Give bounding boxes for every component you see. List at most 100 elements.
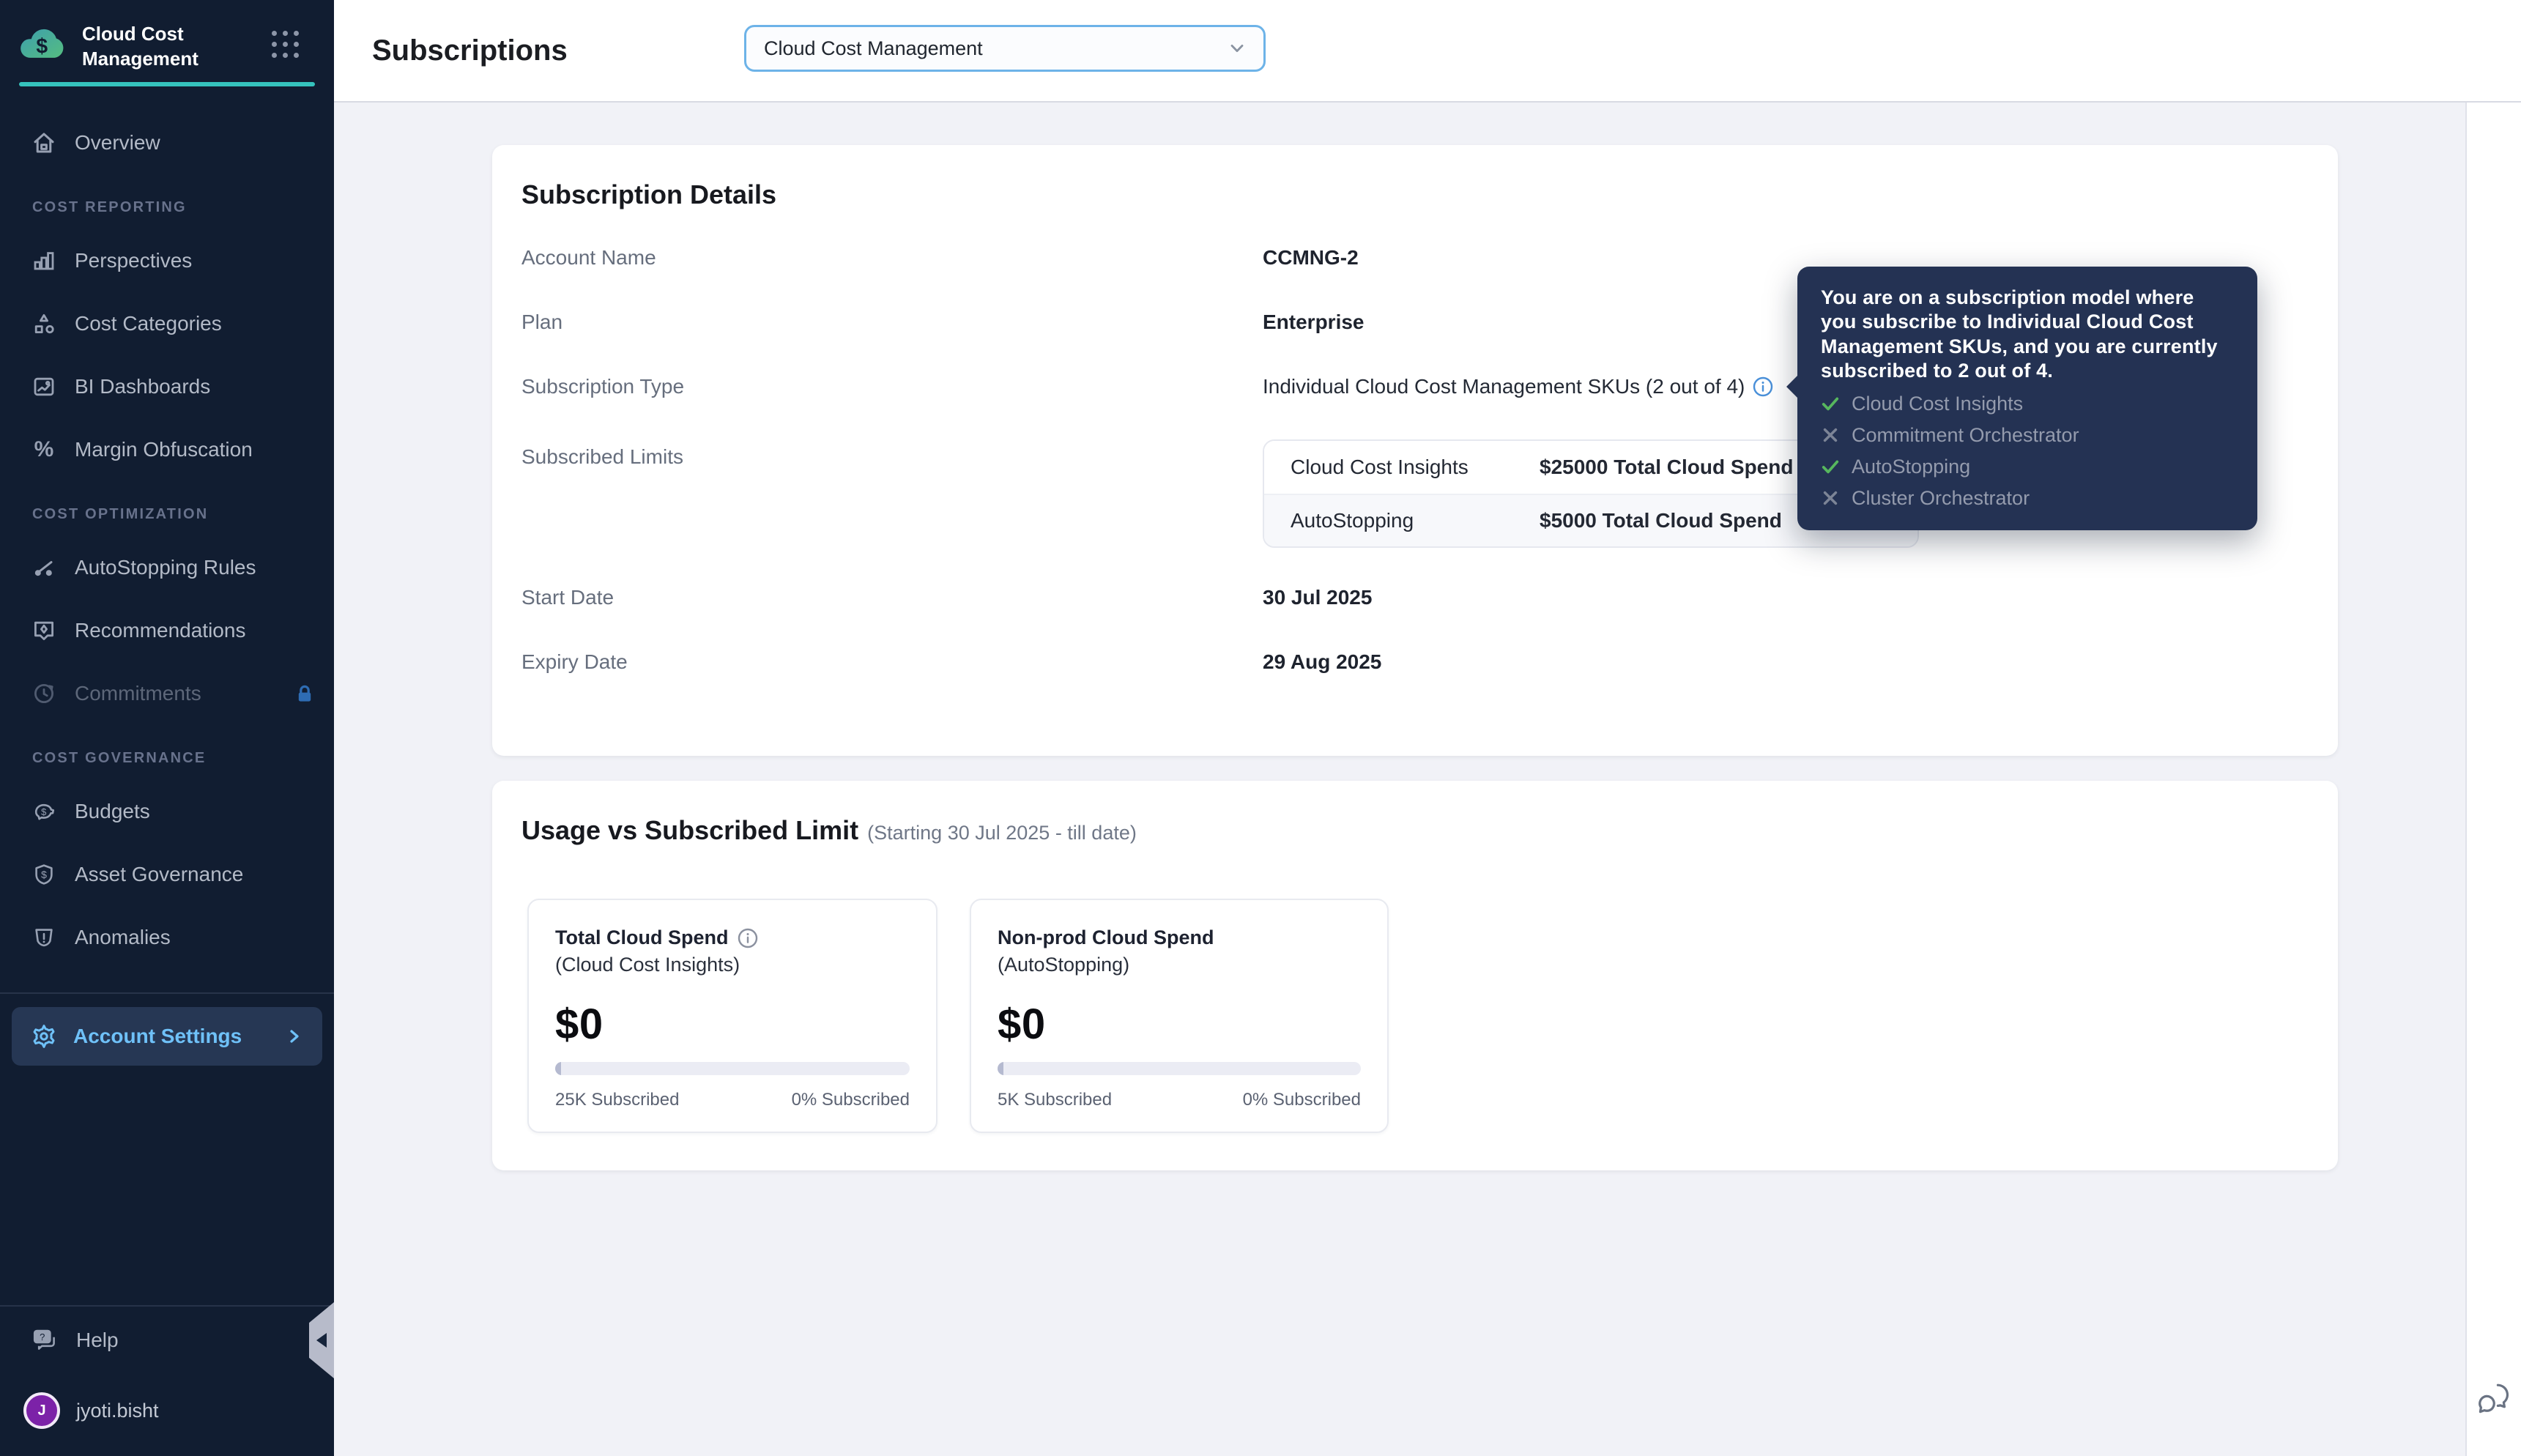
sidebar-section-cost-reporting: COST REPORTING (32, 199, 187, 215)
usage-cards: Total Cloud Spend (Cloud Cost Insights) … (492, 849, 2338, 1133)
sidebar-item-label: AutoStopping Rules (75, 556, 256, 579)
usage-amount: $0 (555, 1000, 604, 1048)
recommendation-sparkle-icon (31, 617, 57, 644)
chevron-down-icon (1228, 40, 1246, 57)
detail-label: Plan (521, 311, 563, 333)
sidebar-divider (0, 992, 334, 994)
tooltip-item-label: Cluster Orchestrator (1852, 486, 2030, 509)
sidebar-nav: Overview COST REPORTING Perspectives Cos… (0, 86, 334, 969)
autostopping-icon (31, 554, 57, 581)
detail-value: 30 Jul 2025 (1263, 586, 1373, 609)
subscription-type-tooltip: You are on a subscription model where yo… (1797, 267, 2257, 530)
cross-icon (1821, 489, 1840, 508)
tooltip-item: Cluster Orchestrator (1821, 487, 2234, 510)
info-icon[interactable] (1752, 376, 1774, 398)
sidebar-item-asset-governance[interactable]: $ Asset Governance (0, 843, 334, 906)
tooltip-item: AutoStopping (1821, 456, 2234, 478)
sidebar-item-budgets[interactable]: $ Budgets (0, 780, 334, 843)
detail-value: CCMNG-2 (1263, 246, 1359, 269)
sidebar-section-cost-governance: COST GOVERNANCE (32, 750, 207, 766)
sidebar-item-label: Recommendations (75, 619, 246, 642)
bar-chart-icon (31, 248, 57, 274)
chat-support-icon[interactable] (2474, 1380, 2512, 1418)
module-selector-dropdown[interactable]: Cloud Cost Management (744, 25, 1266, 72)
usage-card-title: Non-prod Cloud Spend (998, 926, 1361, 949)
detail-value: 29 Aug 2025 (1263, 650, 1382, 673)
usage-subtitle: (Starting 30 Jul 2025 - till date) (867, 822, 1137, 844)
detail-label: Start Date (521, 586, 615, 609)
usage-title: Usage vs Subscribed Limit (Starting 30 Ju… (521, 814, 2309, 849)
avatar: J (23, 1392, 60, 1429)
sidebar-item-perspectives[interactable]: Perspectives (0, 229, 334, 292)
sku-limit: $25000 Total Cloud Spend (1540, 456, 1794, 478)
help-label: Help (76, 1329, 119, 1351)
sidebar-item-cost-categories[interactable]: Cost Categories (0, 292, 334, 355)
collapse-arrow-icon (316, 1333, 327, 1348)
tooltip-item-label: Commitment Orchestrator (1852, 423, 2079, 446)
usage-progress-bar (555, 1062, 910, 1075)
usage-card-title-text: Non-prod Cloud Spend (998, 926, 1214, 948)
sidebar-item-recommendations[interactable]: Recommendations (0, 599, 334, 662)
tooltip-item: Cloud Cost Insights (1821, 393, 2234, 415)
usage-card-subtitle: (Cloud Cost Insights) (555, 954, 740, 976)
usage-amount: $0 (998, 1000, 1046, 1048)
sidebar-item-anomalies[interactable]: Anomalies (0, 906, 334, 969)
gear-icon (31, 1023, 57, 1050)
sidebar-item-bi-dashboards[interactable]: BI Dashboards (0, 355, 334, 418)
sku-name: Cloud Cost Insights (1291, 456, 1469, 478)
cloud-cost-management-app: $ Cloud Cost Management Overview COST RE… (0, 0, 2521, 1456)
check-icon (1821, 394, 1840, 413)
cloud-cost-logo-icon: $ (21, 29, 64, 58)
detail-value: Individual Cloud Cost Management SKUs (2… (1263, 375, 1774, 398)
app-title: Cloud Cost Management (82, 23, 198, 70)
subscription-details-title: Subscription Details (521, 179, 777, 209)
anomaly-alert-icon (31, 924, 57, 951)
sidebar-item-label: Commitments (75, 682, 201, 705)
sidebar-item-commitments[interactable]: Commitments (0, 662, 334, 725)
usage-progress-fill (998, 1062, 1003, 1075)
module-switcher-grid-icon[interactable] (272, 31, 299, 58)
svg-text:?: ? (40, 1331, 45, 1342)
lock-icon (293, 682, 316, 705)
piggy-bank-icon: $ (31, 798, 57, 825)
sidebar-header: $ Cloud Cost Management (0, 0, 334, 70)
user-menu[interactable]: J jyoti.bisht (0, 1374, 334, 1447)
sidebar: $ Cloud Cost Management Overview COST RE… (0, 0, 334, 1456)
sidebar-item-account-settings[interactable]: Account Settings (12, 1007, 322, 1066)
usage-card-footer: 25K Subscribed 0% Subscribed (555, 1090, 910, 1110)
sidebar-item-overview[interactable]: Overview (0, 111, 334, 174)
svg-text:$: $ (41, 869, 47, 880)
module-selector-value: Cloud Cost Management (764, 37, 983, 59)
usage-vs-limit-card: Usage vs Subscribed Limit (Starting 30 Ju… (492, 781, 2338, 1170)
usage-card-nonprod-cloud-spend: Non-prod Cloud Spend (AutoStopping) $0 5… (970, 899, 1389, 1133)
tooltip-item: Commitment Orchestrator (1821, 424, 2234, 447)
dashboard-image-icon (31, 374, 57, 400)
detail-value: Enterprise (1263, 311, 1365, 333)
percent-icon: % (34, 437, 54, 461)
sidebar-footer: ? Help J jyoti.bisht (0, 1305, 334, 1456)
sidebar-item-label: Asset Governance (75, 863, 244, 885)
info-icon[interactable] (737, 927, 759, 949)
detail-label: Expiry Date (521, 650, 628, 673)
sidebar-item-label: Budgets (75, 800, 150, 822)
commitments-clock-icon (31, 680, 57, 707)
sidebar-item-autostopping-rules[interactable]: AutoStopping Rules (0, 536, 334, 599)
page-header: Subscriptions Cloud Cost Management (334, 0, 2521, 103)
usage-title-text: Usage vs Subscribed Limit (521, 815, 859, 845)
usage-card-title: Total Cloud Spend (555, 926, 910, 949)
detail-row-expiry-date: Expiry Date 29 Aug 2025 (521, 630, 2309, 694)
sku-name: AutoStopping (1291, 509, 1414, 532)
tooltip-text: You are on a subscription model where yo… (1821, 286, 2218, 382)
sidebar-item-label: Perspectives (75, 249, 193, 272)
usage-card-footer: 5K Subscribed 0% Subscribed (998, 1090, 1361, 1110)
usage-card-title-text: Total Cloud Spend (555, 926, 729, 948)
shapes-icon (31, 311, 57, 337)
help-button[interactable]: ? Help (0, 1307, 334, 1374)
detail-label: Subscribed Limits (521, 445, 683, 468)
subscription-type-text: Individual Cloud Cost Management SKUs (2… (1263, 375, 1745, 398)
detail-row-start-date: Start Date 30 Jul 2025 (521, 565, 2309, 630)
subscribed-amount-label: 5K Subscribed (998, 1090, 1113, 1110)
usage-progress-bar (998, 1062, 1361, 1075)
sidebar-item-margin-obfuscation[interactable]: % Margin Obfuscation (0, 418, 334, 481)
tooltip-item-label: AutoStopping (1852, 455, 1971, 478)
